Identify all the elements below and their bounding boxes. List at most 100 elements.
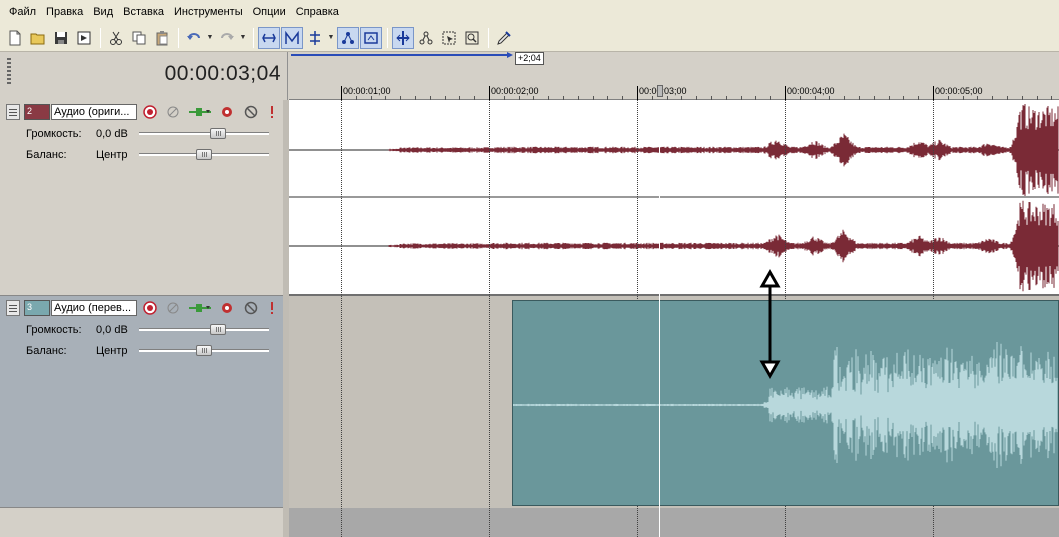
fx-settings-gear-icon[interactable]: [219, 104, 235, 120]
volume-value: 0,0 dB: [96, 324, 128, 336]
mute-icon[interactable]: [243, 300, 259, 316]
menubar: Файл Правка Вид Вставка Инструменты Опци…: [0, 0, 1059, 24]
menu-edit[interactable]: Правка: [41, 0, 88, 24]
redo-dropdown-icon[interactable]: ▼: [239, 27, 247, 49]
track-list-footer: [0, 508, 288, 537]
volume-slider-thumb[interactable]: [210, 324, 226, 335]
copy-icon[interactable]: [128, 27, 150, 49]
balance-value: Центр: [96, 345, 128, 357]
ruler-major-tick: [341, 86, 342, 100]
ruler-label: 00:00:01;00: [343, 86, 391, 96]
toolbar: ▼ ▼ ▼: [0, 24, 1059, 52]
solo-icon[interactable]: [264, 104, 280, 120]
ruler-major-tick: [785, 86, 786, 100]
envelope-edit-icon[interactable]: [281, 26, 303, 49]
track-name-field[interactable]: Аудио (перев...: [51, 300, 137, 316]
redo-icon[interactable]: [216, 27, 238, 49]
toolbar-separator: [178, 27, 179, 48]
balance-value: Центр: [96, 149, 128, 161]
mute-icon[interactable]: [243, 104, 259, 120]
zoom-icon[interactable]: [461, 27, 483, 49]
timecode-panel: 00:00:03;04: [0, 52, 288, 100]
toolbar-separator: [488, 27, 489, 48]
playhead-handle[interactable]: [657, 85, 663, 97]
track-number: 3: [27, 302, 33, 312]
track-color-swatch[interactable]: 3: [24, 300, 50, 316]
track-number: 2: [27, 106, 33, 116]
track-minimize-icon[interactable]: [6, 104, 20, 120]
loop-region-bar[interactable]: [291, 54, 511, 56]
enable-snapping-icon[interactable]: [415, 27, 437, 49]
ruler-label: 00:00:05;00: [935, 86, 983, 96]
undo-icon[interactable]: [183, 27, 205, 49]
ruler-label: 00:00:02;00: [491, 86, 539, 96]
volume-label: Громкость:: [26, 324, 82, 336]
waveform-original[interactable]: [289, 100, 1059, 294]
volume-slider[interactable]: [139, 128, 269, 139]
balance-slider-thumb[interactable]: [196, 345, 212, 356]
timeline-empty-area: [289, 508, 1059, 537]
auto-crossfade-icon[interactable]: [337, 26, 359, 49]
track-color-swatch[interactable]: 2: [24, 104, 50, 120]
balance-slider[interactable]: [139, 149, 269, 160]
track-lane-original[interactable]: [289, 100, 1059, 296]
menu-file[interactable]: Файл: [4, 0, 41, 24]
open-icon[interactable]: [27, 27, 49, 49]
menu-help[interactable]: Справка: [291, 0, 344, 24]
paste-icon[interactable]: [151, 27, 173, 49]
ruler-major-tick: [637, 86, 638, 100]
track-minimize-icon[interactable]: [6, 300, 20, 316]
ripple-edit-icon[interactable]: [304, 27, 326, 49]
loop-region-arrow-icon: [507, 52, 513, 58]
timeline-area[interactable]: [289, 100, 1059, 537]
snap-icon[interactable]: [360, 26, 382, 49]
track-name-field[interactable]: Аудио (ориги...: [51, 104, 137, 120]
fx-settings-gear-icon[interactable]: [219, 300, 235, 316]
menu-insert[interactable]: Вставка: [118, 0, 169, 24]
balance-slider[interactable]: [139, 345, 269, 356]
pen-icon[interactable]: [493, 27, 515, 49]
toolbar-separator: [387, 27, 388, 48]
ruler-major-tick: [933, 86, 934, 100]
grid-line: [489, 100, 490, 537]
volume-slider-thumb[interactable]: [210, 128, 226, 139]
track-fx-icon[interactable]: [188, 104, 212, 120]
ruler-major-tick: [489, 86, 490, 100]
properties-icon[interactable]: [73, 27, 95, 49]
balance-label: Баланс:: [26, 345, 67, 357]
track-fx-icon[interactable]: [188, 300, 212, 316]
loop-length-badge: +2;04: [515, 52, 544, 65]
arm-record-icon[interactable]: [142, 104, 158, 120]
timeline-ruler[interactable]: +2;04 00:00:01;00 00:00:02;00 00:00:03;0…: [289, 52, 1059, 100]
menu-tools[interactable]: Инструменты: [169, 0, 248, 24]
save-icon[interactable]: [50, 27, 72, 49]
volume-label: Громкость:: [26, 128, 82, 140]
timecode-display: 00:00:03;04: [164, 62, 281, 85]
volume-slider[interactable]: [139, 324, 269, 335]
track-header-original[interactable]: 2 Аудио (ориги... Громкость: 0,0 dB Бала…: [0, 100, 288, 296]
normal-edit-icon[interactable]: [258, 26, 280, 49]
panel-grip[interactable]: [7, 58, 11, 86]
menu-view[interactable]: Вид: [88, 0, 118, 24]
playhead-cursor[interactable]: [659, 100, 660, 537]
split-icon[interactable]: [392, 26, 414, 49]
undo-dropdown-icon[interactable]: ▼: [206, 27, 214, 49]
sync-arrow-icon: [759, 268, 781, 380]
toolbar-separator: [100, 27, 101, 48]
balance-label: Баланс:: [26, 149, 67, 161]
track-header-translated[interactable]: 3 Аудио (перев... Громкость: 0,0 dB Бала…: [0, 296, 288, 508]
new-icon[interactable]: [4, 27, 26, 49]
invert-phase-icon[interactable]: [165, 104, 181, 120]
menu-options[interactable]: Опции: [248, 0, 291, 24]
ruler-label: 00:00:04;00: [787, 86, 835, 96]
track-divider[interactable]: [283, 100, 289, 537]
app-window: Файл Правка Вид Вставка Инструменты Опци…: [0, 0, 1059, 537]
grid-line: [341, 100, 342, 537]
selection-icon[interactable]: [438, 27, 460, 49]
invert-phase-icon[interactable]: [165, 300, 181, 316]
ripple-dropdown-icon[interactable]: ▼: [327, 27, 335, 49]
arm-record-icon[interactable]: [142, 300, 158, 316]
balance-slider-thumb[interactable]: [196, 149, 212, 160]
solo-icon[interactable]: [264, 300, 280, 316]
cut-icon[interactable]: [105, 27, 127, 49]
